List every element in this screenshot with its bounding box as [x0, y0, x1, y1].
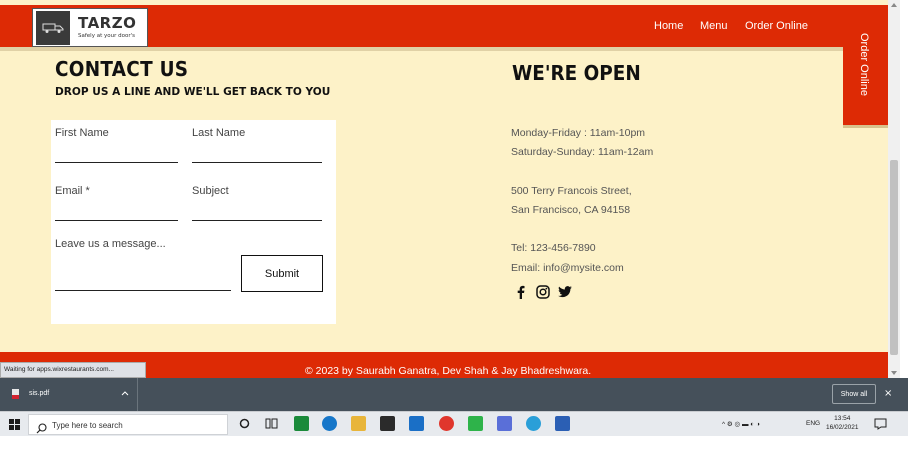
edge-icon[interactable]	[322, 416, 337, 431]
message-input[interactable]	[55, 290, 231, 291]
language-indicator[interactable]: ENG	[806, 420, 820, 427]
whatsapp-icon[interactable]	[294, 416, 309, 431]
scroll-down-arrow-icon[interactable]	[891, 371, 897, 375]
screen: TARZO Safely at your door's Home Menu Or…	[0, 0, 908, 450]
word-icon[interactable]	[555, 416, 570, 431]
first-name-label: First Name	[55, 127, 109, 139]
pdf-file-icon	[12, 389, 19, 399]
contact-title: CONTACT US	[55, 57, 189, 81]
logo-tagline: Safely at your door's	[78, 33, 135, 39]
windows-start-icon[interactable]	[9, 419, 20, 430]
windows-taskbar: Type here to search ^ ⚙ ◎ ▬ ◐ ◑ ENG 13:5…	[0, 411, 908, 436]
notifications-icon[interactable]	[873, 416, 888, 431]
hours-weekday: Monday-Friday : 11am-10pm	[511, 127, 646, 139]
show-all-button[interactable]: Show all	[832, 384, 876, 404]
facebook-icon[interactable]	[513, 284, 529, 300]
side-tab-label: Order Online	[858, 33, 870, 96]
email-contact[interactable]: Email: info@mysite.com	[511, 262, 624, 274]
store-icon[interactable]	[380, 416, 395, 431]
nav-menu[interactable]: Menu	[700, 20, 728, 32]
order-online-side-tab[interactable]: Order Online	[843, 5, 888, 125]
browser-status-bar: Waiting for apps.wixrestaurants.com...	[0, 362, 146, 378]
chevron-up-icon[interactable]	[121, 389, 129, 398]
address-line1: 500 Terry Francois Street,	[511, 185, 632, 197]
site-header: TARZO Safely at your door's Home Menu Or…	[0, 5, 888, 47]
photos-icon[interactable]	[497, 416, 512, 431]
instagram-icon[interactable]	[535, 284, 551, 300]
submit-button[interactable]: Submit	[241, 255, 323, 292]
task-view-icon[interactable]	[264, 416, 279, 431]
first-name-input[interactable]	[55, 162, 178, 163]
social-links	[513, 284, 579, 300]
cortana-icon[interactable]	[237, 416, 252, 431]
nav-order-online[interactable]: Order Online	[745, 20, 808, 32]
app-icon[interactable]	[468, 416, 483, 431]
download-item[interactable]: sis.pdf	[0, 378, 138, 411]
contact-subtitle: DROP US A LINE AND WE'LL GET BACK TO YOU	[55, 85, 331, 98]
address-line2: San Francisco, CA 94158	[511, 204, 631, 216]
download-bar: sis.pdf Show all ×	[0, 378, 908, 411]
contact-form: First Name Last Name Email * Subject Lea…	[51, 120, 336, 324]
nav-home[interactable]: Home	[654, 20, 683, 32]
taskbar-search[interactable]: Type here to search	[28, 414, 228, 435]
message-label: Leave us a message...	[55, 238, 166, 250]
telegram-icon[interactable]	[526, 416, 541, 431]
logo[interactable]: TARZO Safely at your door's	[32, 8, 148, 47]
mail-icon[interactable]	[409, 416, 424, 431]
chrome-icon[interactable]	[439, 416, 454, 431]
side-tab-shadow	[843, 125, 888, 128]
last-name-input[interactable]	[192, 162, 322, 163]
clock-time: 13:54	[834, 415, 851, 422]
search-placeholder: Type here to search	[52, 421, 123, 430]
download-filename: sis.pdf	[29, 390, 50, 397]
subject-input[interactable]	[192, 220, 322, 221]
logo-name: TARZO	[78, 14, 137, 32]
close-icon[interactable]: ×	[884, 388, 892, 399]
scroll-up-arrow-icon[interactable]	[891, 3, 897, 7]
tray-icons[interactable]: ^ ⚙ ◎ ▬ ◐ ◑	[722, 420, 760, 428]
footer-copyright: © 2023 by Saurabh Ganatra, Dev Shah & Ja…	[305, 365, 592, 377]
email-input[interactable]	[55, 220, 178, 221]
subject-label: Subject	[192, 185, 229, 197]
screen-margin	[0, 436, 908, 450]
open-title: WE'RE OPEN	[512, 61, 641, 85]
email-label: Email *	[55, 185, 90, 197]
hours-weekend: Saturday-Sunday: 11am-12am	[511, 146, 654, 158]
clock-date: 16/02/2021	[826, 424, 859, 431]
scroll-thumb[interactable]	[890, 160, 898, 355]
last-name-label: Last Name	[192, 127, 246, 139]
twitter-icon[interactable]	[557, 284, 573, 300]
clock[interactable]: 13:54 16/02/2021	[826, 414, 859, 432]
file-explorer-icon[interactable]	[351, 416, 366, 431]
phone: Tel: 123-456-7890	[511, 242, 596, 254]
browser-viewport: TARZO Safely at your door's Home Menu Or…	[0, 0, 888, 378]
header-divider	[0, 47, 888, 51]
delivery-truck-icon	[36, 10, 70, 45]
page-scrollbar[interactable]	[888, 0, 900, 378]
